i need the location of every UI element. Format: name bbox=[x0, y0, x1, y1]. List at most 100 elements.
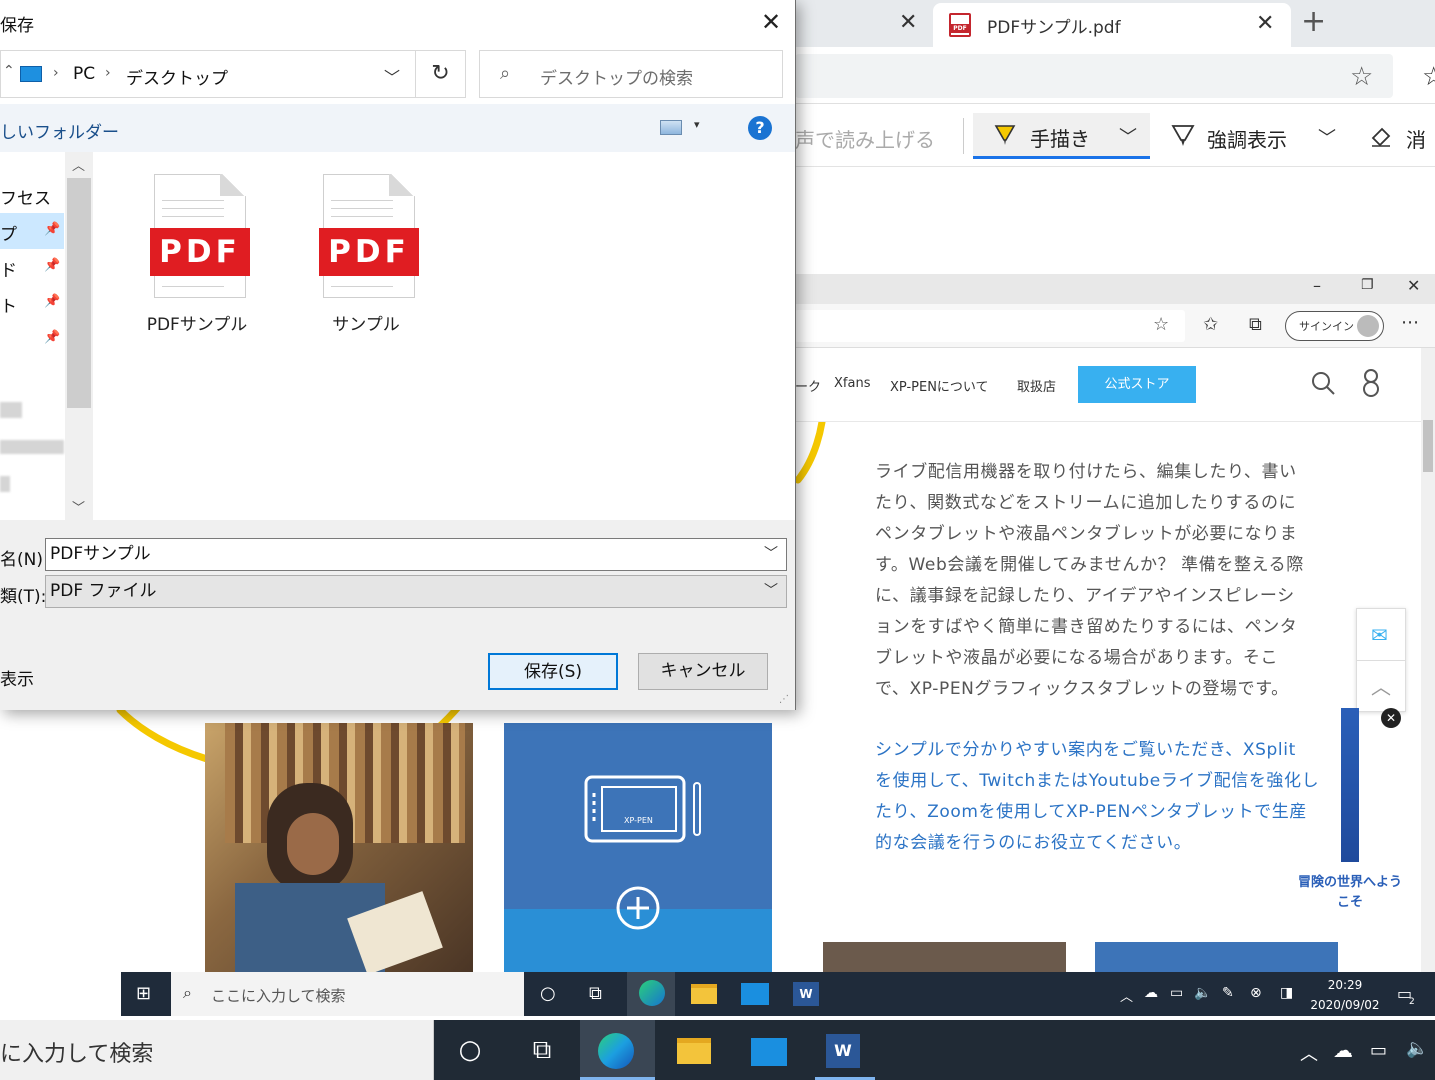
filename-value: PDFサンプル bbox=[50, 544, 151, 564]
mail-app-icon[interactable] bbox=[751, 1038, 787, 1066]
tab-pdf-sample[interactable]: PDF PDFサンプル.pdf ✕ bbox=[933, 3, 1291, 47]
close-tab-icon[interactable]: ✕ bbox=[1256, 11, 1274, 36]
article-card-image[interactable] bbox=[823, 942, 1066, 973]
cancel-button[interactable]: キャンセル bbox=[638, 653, 768, 690]
save-button[interactable]: 保存(S) bbox=[488, 653, 618, 690]
inner-taskbar-search[interactable]: ⌕ ここに入力して検索 bbox=[171, 972, 524, 1016]
nav-item-quick-access[interactable]: フセス bbox=[0, 184, 51, 209]
view-dropdown-icon[interactable]: ▾ bbox=[694, 118, 700, 131]
inner-scrollbar-thumb[interactable] bbox=[1423, 420, 1433, 472]
battery-icon[interactable]: ▭ bbox=[1370, 1040, 1387, 1061]
scroll-up-icon[interactable]: ︿ bbox=[72, 155, 85, 174]
mail-app-icon[interactable] bbox=[741, 983, 769, 1005]
ad-caption[interactable]: 冒険の世界へようこそ bbox=[1292, 873, 1408, 913]
scroll-down-icon[interactable]: ﹀ bbox=[72, 497, 85, 516]
windows-start-icon[interactable]: ⊞ bbox=[136, 983, 151, 1004]
close-icon[interactable]: ✕ bbox=[756, 4, 786, 40]
up-arrow-icon[interactable]: ⌃ bbox=[3, 63, 15, 79]
path-breadcrumb[interactable]: ⌃ › PC › デスクトップ ﹀ bbox=[0, 50, 416, 98]
ad-banner[interactable] bbox=[1341, 708, 1359, 862]
chevron-down-icon[interactable]: ﹀ bbox=[764, 576, 778, 607]
nav-link-dealers[interactable]: 取扱店 bbox=[1017, 376, 1056, 395]
chevron-down-icon[interactable]: ﹀ bbox=[384, 64, 400, 88]
word-app-icon[interactable]: W bbox=[826, 1034, 860, 1068]
article-card-image[interactable] bbox=[1095, 942, 1338, 973]
user-icon[interactable] bbox=[1360, 368, 1382, 398]
help-icon[interactable]: ? bbox=[748, 116, 772, 140]
cortana-icon[interactable]: ○ bbox=[540, 983, 556, 1004]
favorite-star-icon[interactable]: ☆ bbox=[1350, 62, 1373, 92]
inner-url-field[interactable]: ☆ bbox=[795, 310, 1185, 342]
favorites-icon[interactable]: ☆ bbox=[1422, 62, 1435, 92]
breadcrumb-pc[interactable]: PC bbox=[73, 64, 95, 84]
task-view-icon[interactable]: ⧉ bbox=[512, 1020, 572, 1080]
breadcrumb-desktop[interactable]: デスクトップ bbox=[126, 64, 228, 89]
file-explorer-icon[interactable] bbox=[691, 984, 717, 1004]
chevron-down-icon[interactable]: ﹀ bbox=[1318, 124, 1336, 150]
close-icon[interactable]: ✕ bbox=[1407, 276, 1420, 295]
inner-clock-time[interactable]: 20:29 bbox=[1310, 978, 1380, 992]
draw-button[interactable]: 手描き ﹀ bbox=[973, 113, 1150, 159]
highlight-button[interactable]: 強調表示 bbox=[1207, 124, 1287, 153]
taskbar-edge-active[interactable] bbox=[580, 1020, 655, 1080]
pdf-document-icon: PDF bbox=[150, 170, 250, 298]
scroll-top-icon[interactable]: ︿ bbox=[1371, 671, 1391, 700]
chevron-down-icon[interactable]: ﹀ bbox=[1119, 123, 1137, 149]
official-store-button[interactable]: 公式ストア bbox=[1078, 366, 1196, 403]
view-options-icon[interactable] bbox=[660, 120, 682, 135]
cortana-icon[interactable]: ○ bbox=[440, 1020, 500, 1080]
ime-icon[interactable]: ◨ bbox=[1280, 985, 1293, 1001]
read-aloud-button[interactable]: 声で読み上げる bbox=[795, 124, 935, 153]
refresh-icon[interactable]: ↻ bbox=[416, 50, 466, 98]
tab-inactive[interactable]: ✕ bbox=[795, 0, 933, 47]
tray-up-icon[interactable]: ︿ bbox=[1120, 986, 1133, 1005]
edge-browser-icon[interactable] bbox=[639, 980, 665, 1006]
onedrive-icon[interactable]: ☁ bbox=[1144, 985, 1158, 1001]
battery-icon[interactable]: ▭ bbox=[1170, 985, 1183, 1001]
pen-tray-icon[interactable]: ✎ bbox=[1222, 985, 1234, 1001]
close-ad-icon[interactable]: ✕ bbox=[1381, 708, 1401, 728]
nav-scrollbar-thumb[interactable] bbox=[67, 178, 91, 408]
nav-item-documents[interactable]: ト bbox=[0, 292, 17, 317]
article-link-paragraph[interactable]: シンプルで分かりやすい案内をご覧いただき、XSplit を使用して、Twitch… bbox=[875, 735, 1335, 859]
file-explorer-icon[interactable] bbox=[677, 1038, 711, 1064]
add-circle-icon[interactable] bbox=[615, 885, 661, 931]
file-item[interactable]: PDF サンプル bbox=[311, 170, 421, 335]
chevron-down-icon[interactable]: ﹀ bbox=[764, 539, 778, 570]
task-view-icon[interactable]: ⧉ bbox=[589, 983, 602, 1004]
volume-icon[interactable]: 🔈 bbox=[1194, 985, 1211, 1001]
nav-link[interactable]: ーク bbox=[795, 376, 821, 395]
minimize-icon[interactable]: – bbox=[1313, 276, 1321, 295]
more-icon[interactable]: ⋯ bbox=[1401, 312, 1419, 333]
close-tab-icon[interactable]: ✕ bbox=[899, 10, 917, 35]
favorite-star-icon[interactable]: ☆ bbox=[1153, 314, 1169, 335]
inner-clock-date[interactable]: 2020/09/02 bbox=[1306, 998, 1384, 1012]
favorites-icon[interactable]: ✩ bbox=[1203, 314, 1218, 335]
dialog-search-input[interactable]: ⌕ デスクトップの検索 bbox=[479, 50, 783, 98]
erase-button[interactable]: 消 bbox=[1406, 124, 1426, 153]
headphone-student-photo[interactable] bbox=[205, 723, 473, 973]
word-app-icon[interactable]: W bbox=[793, 982, 819, 1006]
new-folder-button[interactable]: しいフォルダー bbox=[0, 118, 119, 143]
volume-icon[interactable]: 🔈 bbox=[1406, 1038, 1428, 1059]
nav-item-downloads[interactable]: ド bbox=[0, 256, 17, 281]
signin-button[interactable]: サインイン bbox=[1285, 311, 1384, 341]
hide-folders-toggle[interactable]: 表示 bbox=[0, 665, 34, 690]
tablet-brand-label: XP-PEN bbox=[624, 816, 653, 825]
tray-close-icon[interactable]: ⊗ bbox=[1250, 985, 1262, 1001]
nav-item-desktop[interactable]: プ bbox=[0, 220, 17, 245]
tray-up-icon[interactable]: ︿ bbox=[1300, 1040, 1318, 1066]
mail-icon[interactable]: ✉ bbox=[1371, 623, 1388, 647]
url-field[interactable] bbox=[795, 54, 1393, 98]
collections-icon[interactable]: ⧉ bbox=[1249, 314, 1262, 335]
new-tab-icon[interactable]: + bbox=[1301, 4, 1326, 39]
filetype-select[interactable]: PDF ファイル ﹀ bbox=[45, 575, 787, 608]
resize-grip-icon[interactable]: ⋰ bbox=[779, 694, 789, 705]
restore-icon[interactable]: ❐ bbox=[1361, 277, 1374, 293]
onedrive-icon[interactable]: ☁ bbox=[1333, 1038, 1353, 1062]
filename-input[interactable]: PDFサンプル ﹀ bbox=[45, 538, 787, 571]
nav-link-about[interactable]: XP-PENについて bbox=[890, 376, 989, 395]
search-icon[interactable] bbox=[1310, 370, 1336, 396]
file-item[interactable]: PDF PDFサンプル bbox=[142, 170, 252, 335]
nav-link-xfans[interactable]: Xfans bbox=[834, 376, 870, 391]
